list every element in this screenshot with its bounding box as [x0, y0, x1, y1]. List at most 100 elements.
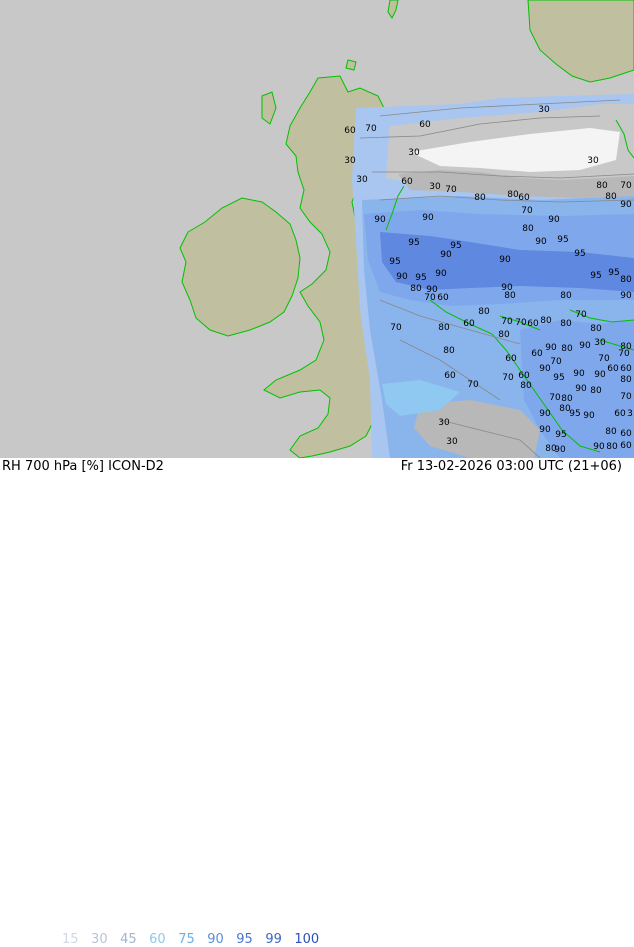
- contour-label: 90: [594, 370, 606, 380]
- contour-label: 80: [507, 190, 519, 200]
- contour-label: 90: [620, 291, 632, 301]
- legend-value: 99: [265, 932, 282, 947]
- contour-label: 70: [365, 124, 377, 134]
- contour-label: 80: [620, 275, 632, 285]
- contour-label: 70: [575, 310, 587, 320]
- land-orkney: [345, 59, 357, 71]
- contour-label: 30: [587, 156, 599, 166]
- contour-label: 70: [598, 354, 610, 364]
- legend-value: 100: [294, 932, 320, 947]
- contour-label: 30: [538, 105, 550, 115]
- contour-label: 30: [594, 338, 606, 348]
- contour-label: 80: [478, 307, 490, 317]
- contour-label: 80: [520, 381, 532, 391]
- legend-value: 95: [236, 932, 253, 947]
- contour-label: 90: [499, 255, 511, 265]
- legend-value: 15: [62, 932, 79, 947]
- contour-label: 30: [356, 175, 368, 185]
- contour-label: 90: [422, 213, 434, 223]
- contour-label: 90: [583, 411, 595, 421]
- contour-label: 90: [575, 384, 587, 394]
- contour-label: 90: [539, 425, 551, 435]
- contour-label: 80: [504, 291, 516, 301]
- legend-value: 60: [149, 932, 166, 947]
- legend-value: 45: [120, 932, 137, 947]
- contour-label: 60: [614, 409, 626, 419]
- contour-label: 90: [396, 272, 408, 282]
- valid-time: Fr 13-02-2026 03:00 UTC (21+06): [400, 459, 622, 474]
- contour-label: 60: [607, 364, 619, 374]
- contour-label: 60: [527, 319, 539, 329]
- contour-label: 60: [344, 126, 356, 136]
- contour-label: 70: [424, 293, 436, 303]
- contour-label: 80: [410, 284, 422, 294]
- weather-map: 306060 703030 3030 60 30 7080 80 6080 7080907090…: [0, 0, 634, 458]
- legend-value: 90: [207, 932, 224, 947]
- color-legend: 15 30 45 60 75 90 95 99 100: [62, 932, 332, 947]
- contour-label: 95: [557, 235, 568, 245]
- map-footer: RH 700 hPa [%] ICON-D2 Fr 13-02-2026 03:…: [0, 458, 634, 947]
- contour-label: 70: [550, 357, 562, 367]
- contour-label: 80: [560, 291, 572, 301]
- contour-label: 90: [435, 269, 447, 279]
- contour-label: 80: [438, 323, 450, 333]
- contour-label: 95: [574, 249, 585, 259]
- contour-label: 70: [521, 206, 533, 216]
- contour-label: 80: [590, 386, 602, 396]
- contour-label: 95: [450, 241, 461, 251]
- contour-label: 60: [505, 354, 517, 364]
- contour-label: 80: [522, 224, 534, 234]
- contour-label: 60: [620, 441, 632, 451]
- contour-label: 90: [535, 237, 547, 247]
- contour-label: 70: [515, 318, 527, 328]
- contour-label: 30: [446, 437, 458, 447]
- contour-label: 80: [474, 193, 486, 203]
- contour-label: 95: [608, 268, 619, 278]
- contour-label: 90: [548, 215, 560, 225]
- contour-label: 95: [590, 271, 601, 281]
- contour-label: 90: [440, 250, 452, 260]
- contour-label: 90: [539, 364, 551, 374]
- contour-label: 3: [627, 409, 633, 419]
- contour-label: 60: [419, 120, 431, 130]
- contour-label: 80: [596, 181, 608, 191]
- contour-label: 30: [408, 148, 420, 158]
- contour-label: 70: [467, 380, 479, 390]
- contour-label: 90: [374, 215, 386, 225]
- contour-label: 95: [569, 409, 580, 419]
- contour-label: 80: [590, 324, 602, 334]
- contour-label: 70: [501, 317, 513, 327]
- contour-label: 80: [606, 442, 618, 452]
- contour-label: 90: [579, 341, 591, 351]
- contour-label: 80: [605, 192, 617, 202]
- contour-label: 60: [518, 371, 530, 381]
- contour-label: 95: [389, 257, 400, 267]
- contour-label: 60: [531, 349, 543, 359]
- contour-label: 30: [438, 418, 450, 428]
- contour-label: 70: [549, 393, 561, 403]
- contour-label: 60: [518, 193, 530, 203]
- contour-label: 80: [561, 394, 573, 404]
- contour-label: 80: [498, 330, 510, 340]
- contour-label: 60: [437, 293, 449, 303]
- contour-label: 90: [620, 200, 632, 210]
- contour-label: 95: [408, 238, 419, 248]
- contour-label: 90: [593, 442, 605, 452]
- contour-label: 60: [401, 177, 413, 187]
- contour-label: 80: [560, 319, 572, 329]
- contour-label: 90: [545, 343, 557, 353]
- contour-label: 80: [620, 375, 632, 385]
- contour-label: 60: [620, 364, 632, 374]
- contour-label: 95: [553, 373, 564, 383]
- contour-label: 80: [561, 344, 573, 354]
- legend-value: 30: [91, 932, 108, 947]
- map-title: RH 700 hPa [%] ICON-D2: [2, 459, 164, 474]
- contour-label: 90: [573, 369, 585, 379]
- contour-label: 95: [415, 273, 426, 283]
- contour-label: 90: [539, 409, 551, 419]
- contour-label: 80: [443, 346, 455, 356]
- contour-label: 70: [445, 185, 457, 195]
- contour-label: 70: [502, 373, 514, 383]
- contour-label: 60: [620, 429, 632, 439]
- contour-label: 70: [620, 392, 632, 402]
